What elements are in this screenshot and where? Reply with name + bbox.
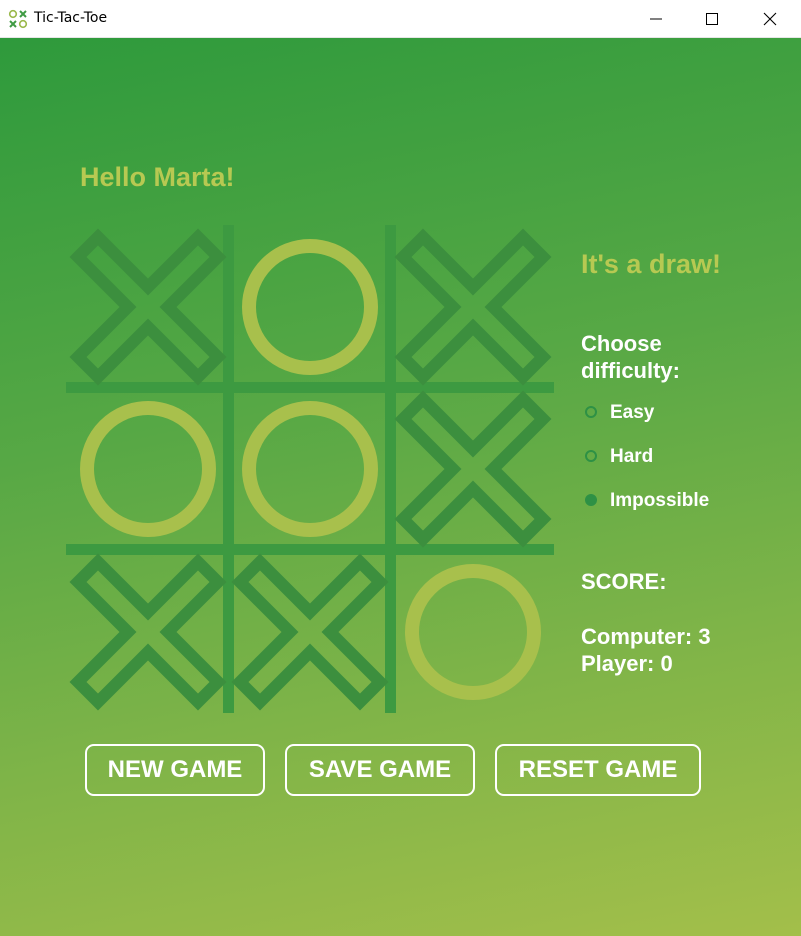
o-mark[interactable]	[242, 401, 378, 537]
radio-label: Easy	[610, 402, 655, 423]
game-board	[66, 225, 554, 713]
difficulty-title: Choose difficulty:	[581, 331, 680, 383]
x-mark[interactable]	[394, 228, 552, 386]
grid-line	[385, 225, 396, 713]
app-icon	[8, 9, 28, 29]
score-title: SCORE:	[581, 569, 667, 594]
x-mark[interactable]	[394, 390, 552, 548]
radio-label: Impossible	[610, 490, 710, 511]
grid-line	[66, 382, 554, 393]
game-area: Hello Marta! It's a draw! Choose difficu…	[0, 38, 801, 936]
o-mark[interactable]	[405, 564, 541, 700]
maximize-icon	[706, 13, 718, 25]
radio-button-icon[interactable]	[585, 450, 597, 462]
minimize-icon	[650, 18, 662, 20]
radio-button-icon[interactable]	[585, 494, 597, 506]
computer-score: Computer: 3	[581, 624, 711, 649]
x-mark[interactable]	[69, 553, 227, 711]
window-title: Tic-Tac-Toe	[34, 10, 108, 26]
close-icon	[763, 12, 777, 26]
x-mark[interactable]	[231, 553, 389, 711]
o-mark[interactable]	[80, 401, 216, 537]
grid-line	[223, 225, 234, 713]
grid-line	[66, 544, 554, 555]
radio-button-icon[interactable]	[585, 406, 597, 418]
x-mark[interactable]	[69, 228, 227, 386]
title-bar: Tic-Tac-Toe	[0, 0, 801, 38]
radio-label: Hard	[610, 446, 654, 467]
save-game-button[interactable]: SAVE GAME	[285, 744, 475, 796]
close-button[interactable]	[741, 0, 799, 38]
maximize-button[interactable]	[683, 0, 741, 38]
new-game-button[interactable]: NEW GAME	[85, 744, 265, 796]
minimize-button[interactable]	[627, 0, 685, 38]
reset-game-button[interactable]: RESET GAME	[495, 744, 701, 796]
greeting-text: Hello Marta!	[80, 162, 235, 192]
game-status: It's a draw!	[581, 249, 721, 279]
o-mark[interactable]	[242, 239, 378, 375]
player-score: Player: 0	[581, 651, 673, 676]
